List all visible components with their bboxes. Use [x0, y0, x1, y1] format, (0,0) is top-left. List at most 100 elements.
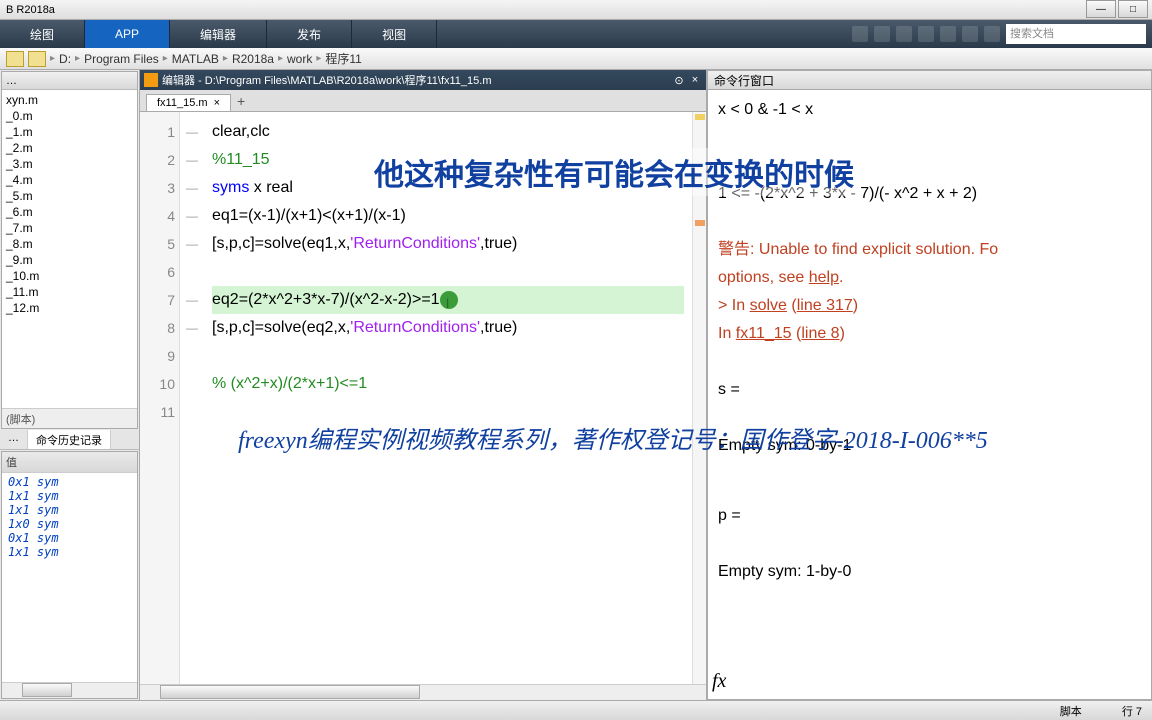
help-link[interactable]: help	[809, 269, 839, 286]
tab-editor[interactable]: 编辑器	[170, 20, 267, 48]
code-line[interactable]: [s,p,c]=solve(eq1,x,'ReturnConditions',t…	[212, 230, 684, 258]
command-window-header: 命令行窗口	[707, 70, 1152, 90]
addr-seg-5[interactable]: 程序11	[325, 50, 361, 67]
redo-icon[interactable]	[962, 26, 978, 42]
list-item[interactable]: _6.m	[4, 204, 135, 220]
status-mode: 脚本	[1060, 703, 1082, 719]
ws-item[interactable]: 0x1 sym	[4, 531, 135, 545]
code-minimap[interactable]	[692, 112, 706, 684]
editor-icon	[144, 73, 158, 87]
window-max-button[interactable]: □	[1118, 0, 1148, 18]
list-item[interactable]: _2.m	[4, 140, 135, 156]
code-line[interactable]	[212, 258, 684, 286]
list-item[interactable]: _8.m	[4, 236, 135, 252]
code-text[interactable]: clear,clc %11_15 syms x real eq1=(x-1)/(…	[204, 112, 692, 684]
sub-tab-1[interactable]: …	[0, 430, 28, 449]
addr-seg-3[interactable]: R2018a	[232, 52, 274, 66]
file-tab-close-icon[interactable]: ×	[214, 97, 220, 109]
addr-seg-drive[interactable]: D:	[59, 52, 71, 66]
editor-maximize-icon[interactable]: ⊙	[672, 73, 686, 87]
ws-item[interactable]: 1x1 sym	[4, 545, 135, 559]
list-item[interactable]: _3.m	[4, 156, 135, 172]
addr-seg-1[interactable]: Program Files	[84, 52, 159, 66]
hscrollbar[interactable]	[2, 682, 137, 698]
breakpoint-column[interactable]: ———————	[180, 112, 204, 684]
list-item[interactable]: _7.m	[4, 220, 135, 236]
window-min-button[interactable]: —	[1086, 0, 1116, 18]
addr-seg-2[interactable]: MATLAB	[172, 52, 219, 66]
undo-icon[interactable]	[940, 26, 956, 42]
script-indicator: (脚本)	[2, 408, 137, 428]
list-item[interactable]: _9.m	[4, 252, 135, 268]
current-folder-header: …	[2, 72, 137, 90]
editor-close-icon[interactable]: ×	[688, 73, 702, 87]
window-title: B R2018a	[6, 4, 55, 16]
code-line[interactable]: [s,p,c]=solve(eq2,x,'ReturnConditions',t…	[212, 314, 684, 342]
paste-icon[interactable]	[918, 26, 934, 42]
back-icon[interactable]	[6, 51, 24, 67]
list-item[interactable]: _1.m	[4, 124, 135, 140]
mark-icon	[695, 114, 705, 120]
quick-access-toolbar: 搜索文档	[846, 20, 1152, 48]
list-item[interactable]: xyn.m	[4, 92, 135, 108]
editor-title: 编辑器 - D:\Program Files\MATLAB\R2018a\wor…	[162, 72, 492, 88]
left-column: … xyn.m _0.m _1.m _2.m _3.m _4.m _5.m _6…	[0, 70, 140, 700]
code-line-current[interactable]: eq2=(2*x^2+3*x-7)/(x^2-x-2)>=1	[212, 286, 684, 314]
help-icon[interactable]	[984, 26, 1000, 42]
editor-tab-row: fx11_15.m × +	[140, 90, 706, 112]
command-window[interactable]: x < 0 & -1 < x 1 <= -(2*x^2 + 3*x - 7)/(…	[707, 90, 1152, 700]
line-link[interactable]: line 8	[801, 325, 839, 342]
code-area[interactable]: 1234567891011 ——————— clear,clc %11_15 s…	[140, 112, 706, 684]
address-bar[interactable]: ▸ D: ▸ Program Files ▸ MATLAB ▸ R2018a ▸…	[0, 48, 1152, 70]
line-link[interactable]: line 317	[797, 297, 853, 314]
search-docs-input[interactable]: 搜索文档	[1006, 24, 1146, 44]
ws-item[interactable]: 0x1 sym	[4, 475, 135, 489]
tab-apps[interactable]: APP	[85, 20, 170, 48]
tab-publish[interactable]: 发布	[267, 20, 352, 48]
cmd-trace: > In solve (line 317)	[718, 292, 1141, 320]
toolstrip: 绘图 APP 编辑器 发布 视图 搜索文档	[0, 20, 1152, 48]
file-link[interactable]: fx11_15	[736, 325, 792, 342]
ws-item[interactable]: 1x1 sym	[4, 489, 135, 503]
workspace-list[interactable]: 0x1 sym 1x1 sym 1x1 sym 1x0 sym 0x1 sym …	[2, 473, 137, 682]
code-line[interactable]	[212, 398, 684, 426]
code-line[interactable]: clear,clc	[212, 118, 684, 146]
workspace-header-value: 值	[2, 452, 137, 473]
file-tab[interactable]: fx11_15.m ×	[146, 94, 231, 111]
tab-view[interactable]: 视图	[352, 20, 437, 48]
cmd-warning: 警告: Unable to find explicit solution. Fo	[718, 236, 1141, 264]
addr-seg-4[interactable]: work	[287, 52, 312, 66]
code-line[interactable]	[212, 342, 684, 370]
cmd-trace: In fx11_15 (line 8)	[718, 320, 1141, 348]
list-item[interactable]: _11.m	[4, 284, 135, 300]
code-line[interactable]: eq1=(x-1)/(x+1)<(x+1)/(x-1)	[212, 202, 684, 230]
scroll-thumb[interactable]	[160, 685, 420, 699]
code-line[interactable]: % (x^2+x)/(2*x+1)<=1	[212, 370, 684, 398]
list-item[interactable]: _4.m	[4, 172, 135, 188]
text-caret	[440, 291, 458, 309]
left-subpane-tabs: … 命令历史记录	[0, 430, 139, 450]
ws-item[interactable]: 1x1 sym	[4, 503, 135, 517]
copy-icon[interactable]	[896, 26, 912, 42]
code-line[interactable]: %11_15	[212, 146, 684, 174]
cut-icon[interactable]	[874, 26, 890, 42]
list-item[interactable]: _0.m	[4, 108, 135, 124]
ws-item[interactable]: 1x0 sym	[4, 517, 135, 531]
list-item[interactable]: _10.m	[4, 268, 135, 284]
list-item[interactable]: _5.m	[4, 188, 135, 204]
solve-link[interactable]: solve	[750, 297, 787, 314]
command-prompt[interactable]: fx	[712, 667, 726, 695]
code-line[interactable]: syms x real	[212, 174, 684, 202]
sub-tab-history[interactable]: 命令历史记录	[28, 430, 111, 449]
add-tab-button[interactable]: +	[231, 91, 251, 111]
scroll-thumb[interactable]	[22, 683, 72, 697]
save-icon[interactable]	[852, 26, 868, 42]
cmd-output: x < 0 & -1 < x	[718, 96, 1141, 124]
file-list[interactable]: xyn.m _0.m _1.m _2.m _3.m _4.m _5.m _6.m…	[2, 90, 137, 408]
file-tab-label: fx11_15.m	[157, 97, 208, 109]
folder-icon	[28, 51, 46, 67]
command-window-pane: 命令行窗口 x < 0 & -1 < x 1 <= -(2*x^2 + 3*x …	[707, 70, 1152, 700]
list-item[interactable]: _12.m	[4, 300, 135, 316]
editor-hscroll[interactable]	[140, 684, 706, 700]
tab-plots[interactable]: 绘图	[0, 20, 85, 48]
